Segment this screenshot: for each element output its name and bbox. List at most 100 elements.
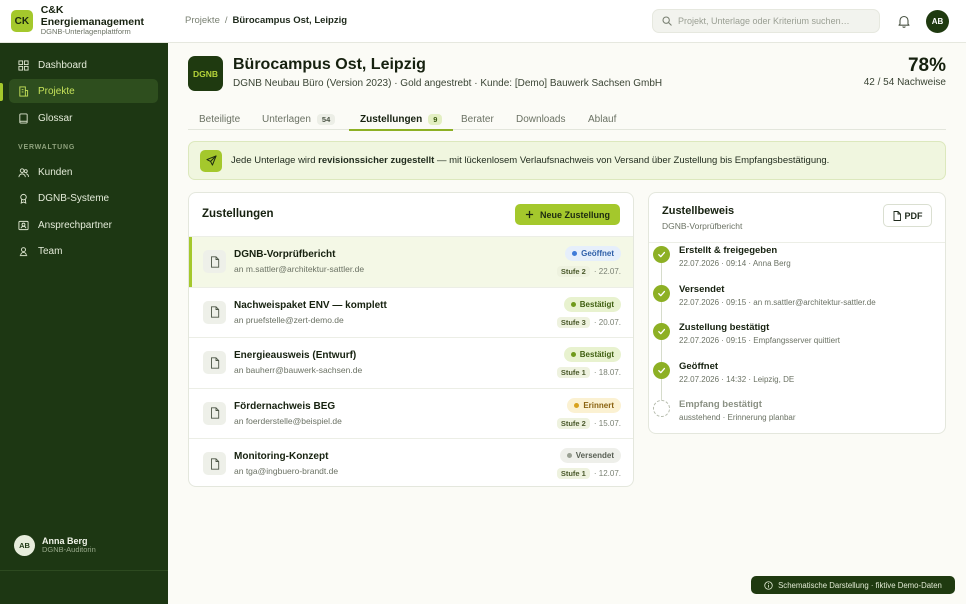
document-icon [203, 401, 226, 425]
pending-icon [653, 400, 670, 417]
table-row[interactable]: Fördernachweis BEG an foerderstelle@beisp… [189, 387, 633, 439]
step-title: Zustellung bestätigt [679, 322, 770, 333]
status-badge: Versendet [559, 448, 621, 463]
contact-card-icon [18, 220, 29, 230]
delivery-proof-card: Zustellbeweis DGNB-Vorprüfbericht PDF Er… [648, 192, 946, 434]
delivery-recipient: an bauherr@bauwerk-sachsen.de [234, 365, 363, 375]
tab-label: Beteiligte [199, 113, 241, 125]
divider [649, 242, 945, 243]
search-box[interactable] [652, 9, 880, 33]
project-logo: DGNB [188, 56, 223, 91]
sidebar-item-label: Projekte [38, 85, 75, 97]
proof-subtitle: DGNB-Vorprüfbericht [662, 221, 743, 231]
delivery-recipient: an tga@ingbuero-brandt.de [234, 466, 339, 476]
stage-badge: Stufe 3 [556, 316, 590, 328]
users-icon [18, 167, 29, 177]
stage-badge: Stufe 2 [556, 266, 590, 277]
delivery-meta: Stufe 3 · 20.07. [556, 316, 621, 328]
banner-text: Jede Unterlage wird revisionssicher zuge… [231, 155, 830, 166]
status-badge: Bestätigt [563, 347, 621, 362]
delivery-title: Fördernachweis BEG [234, 400, 336, 412]
sidebar-item-label: DGNB-Systeme [38, 192, 110, 204]
status-dot [570, 301, 576, 307]
sidebar-item-dashboard[interactable]: Dashboard [9, 53, 158, 77]
tab-label: Berater [461, 113, 494, 125]
step-title: Erstellt & freigegeben [679, 245, 778, 256]
sidebar-item-kunden[interactable]: Kunden [9, 160, 158, 184]
delivery-recipient: an foerderstelle@beispiel.de [234, 415, 342, 426]
brand-subtitle: DGNB-Unterlagenplattform [40, 27, 131, 37]
delivery-recipient: an pruefstelle@zert-demo.de [234, 314, 344, 325]
status-badge: Geöffnet [565, 246, 621, 261]
status-dot [572, 251, 578, 256]
send-icon [200, 149, 222, 172]
sidebar-item-label: Team [38, 245, 63, 257]
proof-title: Zustellbeweis [662, 205, 735, 217]
tab-downloads[interactable]: Downloads [516, 108, 565, 130]
tab-label: Unterlagen [262, 113, 311, 125]
step-detail: 22.07.2026 · 09:15 · Empfangsserver quit… [679, 336, 840, 345]
tab-count-badge: 54 [316, 113, 336, 125]
sidebar-section-label: VERWALTUNG [18, 144, 76, 151]
delivery-title: Monitoring-Konzept [234, 451, 329, 462]
info-banner: Jede Unterlage wird revisionssicher zuge… [188, 141, 946, 180]
tab-zustellungen[interactable]: Zustellungen 9 [348, 108, 454, 131]
brand[interactable]: CK C&K Energiemanagement DGNB-Unterlagen… [0, 0, 168, 43]
sidebar-item-glossar[interactable]: Glossar [9, 106, 158, 130]
stage-badge: Stufe 1 [556, 367, 590, 378]
new-delivery-button[interactable]: Neue Zustellung [514, 204, 620, 225]
table-row[interactable]: DGNB-Vorprüfbericht an m.sattler@architek… [189, 236, 633, 287]
tab-beteiligte[interactable]: Beteiligte [199, 108, 240, 130]
search-input[interactable] [678, 16, 868, 26]
stage-badge: Stufe 2 [556, 417, 590, 429]
table-row[interactable]: Nachweispaket ENV — komplett an pruefstel… [189, 286, 633, 338]
user-avatar[interactable]: AB [926, 10, 949, 33]
check-icon [653, 246, 670, 263]
delivery-recipient: an m.sattler@architektur-sattler.de [234, 264, 365, 274]
document-icon [203, 351, 226, 374]
delivery-date: · 15.07. [593, 418, 621, 428]
step-title: Empfang bestätigt [679, 399, 762, 410]
sidebar-item-ansprechpartner[interactable]: Ansprechpartner [9, 213, 158, 237]
check-icon [653, 362, 670, 379]
sidebar-item-dgnb-systeme[interactable]: DGNB-Systeme [9, 186, 158, 210]
delivery-meta: Stufe 2 · 15.07. [556, 417, 621, 429]
delivery-title: Nachweispaket ENV — komplett [234, 299, 387, 311]
step-title: Versendet [679, 284, 725, 295]
active-indicator [0, 83, 3, 101]
sidebar-item-label: Glossar [38, 112, 73, 124]
delivery-meta: Stufe 1 · 12.07. [556, 468, 621, 479]
book-icon [19, 112, 28, 124]
sidebar-user[interactable]: AB Anna Berg DGNB-Auditorin [14, 535, 96, 556]
tab-unterlagen[interactable]: Unterlagen 54 [262, 108, 336, 130]
sidebar-item-label: Dashboard [38, 59, 87, 71]
tab-count-badge: 9 [428, 113, 443, 125]
tab-ablauf[interactable]: Ablauf [588, 108, 616, 130]
document-icon [203, 300, 226, 324]
avatar: AB [14, 535, 35, 556]
table-row[interactable]: Energieausweis (Entwurf) an bauherr@bauwe… [189, 337, 633, 388]
demo-badge: Schematische Darstellung · fiktive Demo-… [751, 576, 955, 594]
breadcrumb-separator: / [224, 15, 228, 26]
table-row[interactable]: Monitoring-Konzept an tga@ingbuero-brandt… [189, 438, 633, 486]
plus-icon [525, 210, 534, 219]
pdf-button[interactable]: PDF [883, 204, 932, 227]
delivery-date: · 22.07. [593, 267, 621, 276]
sidebar-item-projekte[interactable]: Projekte [9, 79, 158, 103]
breadcrumb-current: Bürocampus Ost, Leipzig [232, 15, 348, 26]
step-detail: 22.07.2026 · 14:32 · Leipzig, DE [679, 375, 795, 384]
delivery-date: · 12.07. [593, 469, 621, 478]
step-title: Geöffnet [679, 361, 719, 372]
sidebar-item-team[interactable]: Team [9, 239, 158, 263]
bell-icon[interactable] [896, 13, 912, 29]
breadcrumb-parent[interactable]: Projekte [185, 15, 220, 26]
brand-name: C&K Energiemanagement [40, 4, 145, 28]
status-badge: Bestätigt [563, 296, 621, 312]
tab-berater[interactable]: Berater [461, 108, 494, 130]
status-dot [574, 402, 580, 408]
project-subtitle: DGNB Neubau Büro (Version 2023) · Gold a… [233, 78, 663, 89]
sidebar: Dashboard Projekte Glossar VERWALTUNG Ku… [0, 43, 168, 604]
step-detail: ausstehend · Erinnerung planbar [679, 413, 796, 422]
step-detail: 22.07.2026 · 09:15 · an m.sattler@archit… [679, 298, 876, 307]
progress-count: 42 / 54 Nachweise [863, 77, 946, 88]
